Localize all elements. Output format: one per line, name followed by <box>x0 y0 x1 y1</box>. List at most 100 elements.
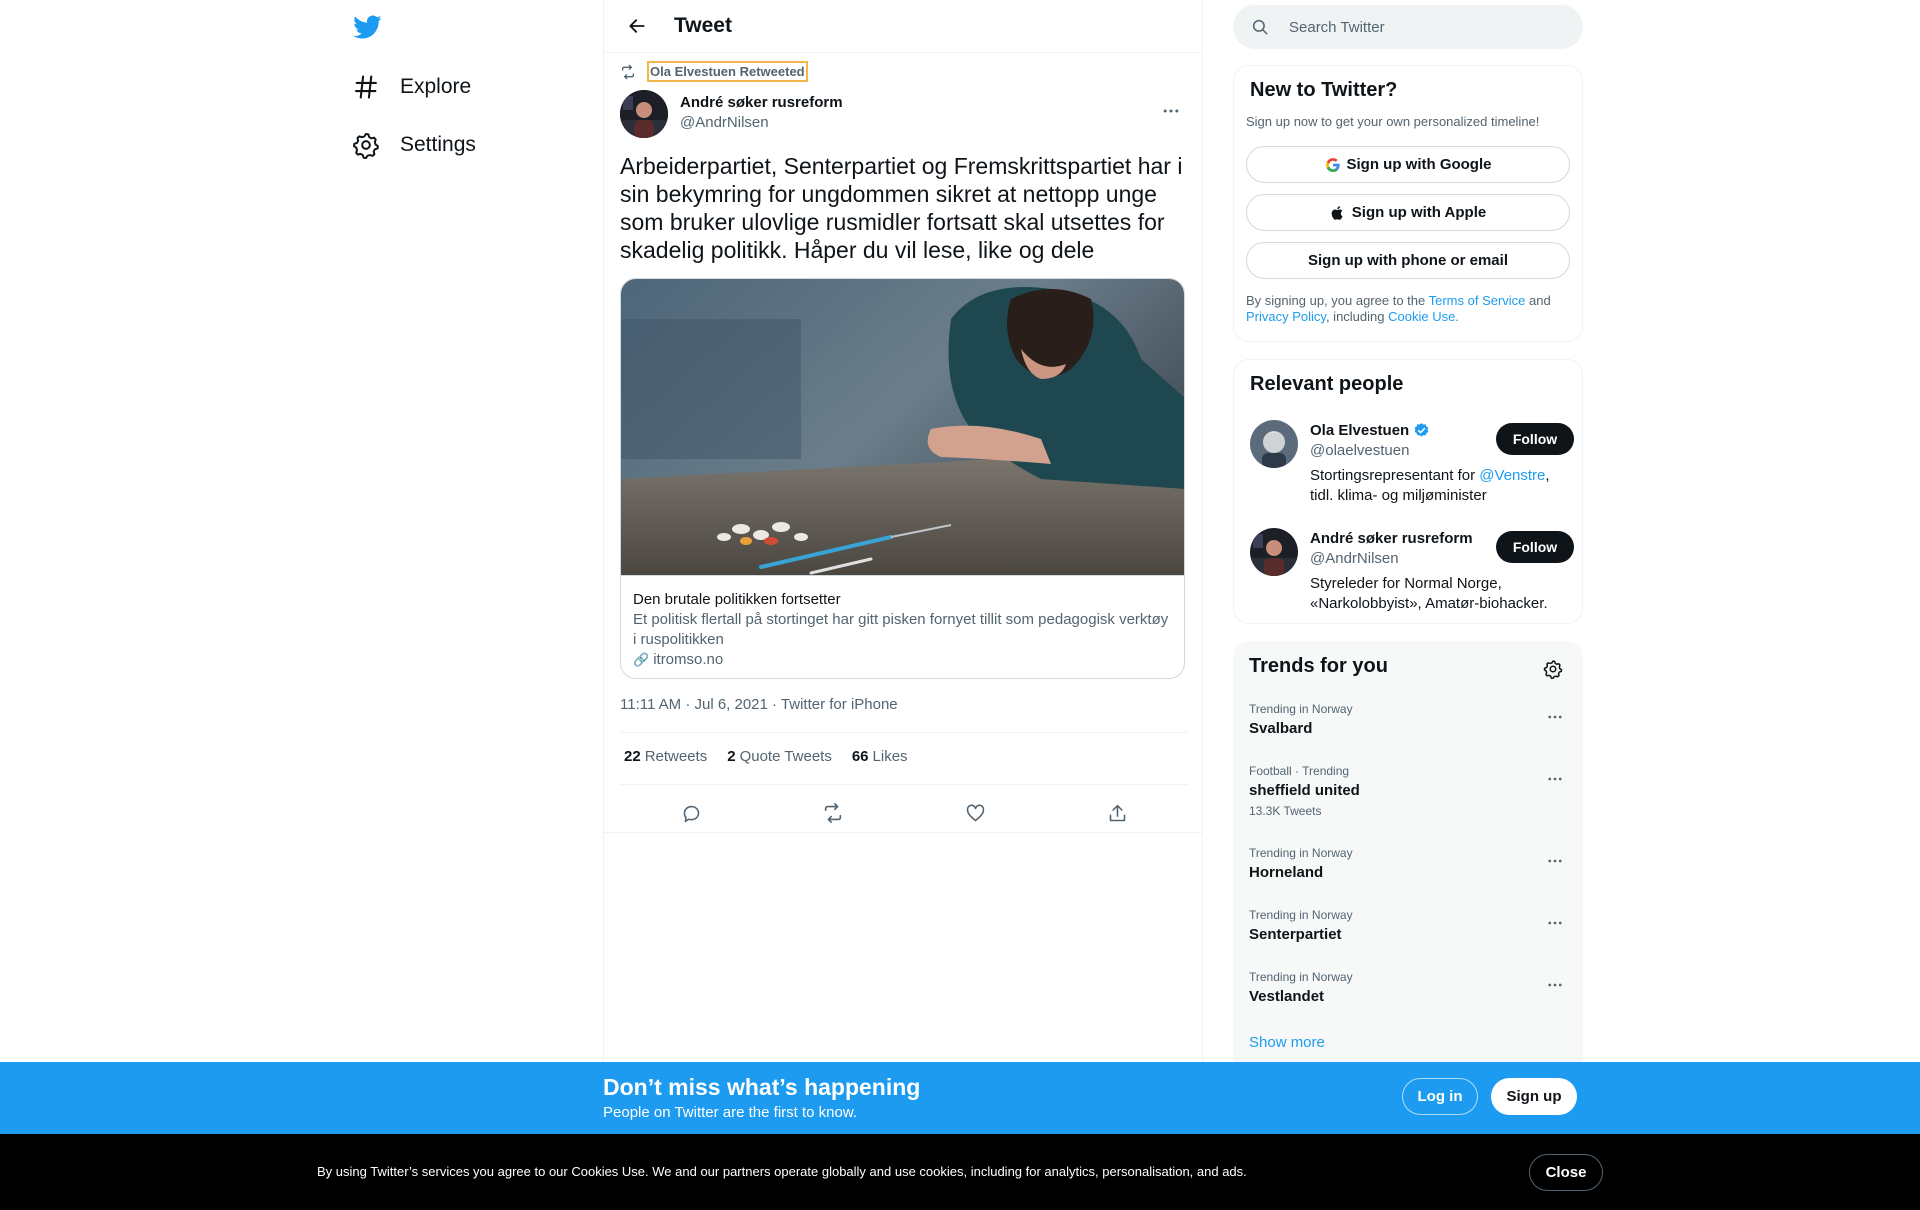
trend-item[interactable]: Trending in Norway Horneland <box>1249 845 1569 883</box>
trends-title: Trends for you <box>1249 655 1388 677</box>
share-icon <box>1109 804 1125 821</box>
retweet-button[interactable] <box>815 795 851 831</box>
signup-banner: Don’t miss what’s happening People on Tw… <box>0 1062 1920 1134</box>
search-input[interactable] <box>1289 18 1559 36</box>
signup-google-button[interactable]: Sign up with Google <box>1246 146 1570 183</box>
trends-settings-button[interactable] <box>1539 655 1567 683</box>
author-avatar[interactable] <box>620 90 668 138</box>
nav-explore-label: Explore <box>400 75 472 98</box>
signup-apple-button[interactable]: Sign up with Apple <box>1246 194 1570 231</box>
link-card[interactable]: Den brutale politikken fortsetter Et pol… <box>620 278 1185 679</box>
trend-more-button[interactable] <box>1541 847 1569 875</box>
share-button[interactable] <box>1099 795 1135 831</box>
apple-icon <box>1330 204 1346 222</box>
person-avatar[interactable] <box>1250 528 1298 576</box>
signup-phone-email-label: Sign up with phone or email <box>1307 252 1508 269</box>
card-body: Den brutale politikken fortsetter Et pol… <box>621 575 1184 670</box>
trend-name: Vestlandet <box>1249 988 1325 1005</box>
trend-context: Trending in Norway <box>1249 970 1353 984</box>
back-button[interactable] <box>620 9 654 43</box>
trend-more-button[interactable] <box>1541 765 1569 793</box>
tweet-more-button[interactable] <box>1154 94 1188 128</box>
trend-item[interactable]: Football · Trending sheffield united 13.… <box>1249 763 1569 819</box>
tweet-stats: 22 Retweets 2 Quote Tweets 66 Likes <box>624 748 928 765</box>
banner-subtitle: People on Twitter are the first to know. <box>603 1104 858 1121</box>
quote-tweets-stat[interactable]: 2 Quote Tweets <box>727 748 832 765</box>
banner-title: Don’t miss what’s happening <box>603 1074 921 1100</box>
heart-icon <box>966 804 984 821</box>
bio-mention-link[interactable]: @Venstre <box>1479 467 1545 484</box>
person-avatar[interactable] <box>1250 420 1298 468</box>
link-icon: 🔗 <box>633 652 650 667</box>
search-box[interactable] <box>1233 5 1583 49</box>
likes-stat[interactable]: 66 Likes <box>852 748 908 765</box>
person-handle[interactable]: @olaelvestuen <box>1310 442 1409 459</box>
person-item[interactable]: Ola Elvestuen @olaelvestuen Stortingsrep… <box>1250 420 1574 510</box>
card-description: Et politisk flertall på stortinget har g… <box>633 611 1169 648</box>
like-button[interactable] <box>957 795 993 831</box>
privacy-policy-link[interactable]: Privacy Policy <box>1246 309 1326 324</box>
signup-button[interactable]: Sign up <box>1491 1078 1577 1115</box>
divider <box>620 784 1188 785</box>
person-name[interactable]: André søker rusreform <box>1310 530 1473 547</box>
signup-panel-subtitle: Sign up now to get your own personalized… <box>1246 114 1540 129</box>
reply-button[interactable] <box>673 795 709 831</box>
trends-panel: Trends for you Trending in Norway Svalba… <box>1233 641 1583 1073</box>
gear-icon <box>352 131 380 159</box>
retweets-stat[interactable]: 22 Retweets <box>624 748 707 765</box>
nav-explore[interactable]: Explore <box>346 63 477 111</box>
twitter-bird-icon[interactable] <box>352 12 382 42</box>
person-name-text: Ola Elvestuen <box>1310 422 1410 439</box>
likes-label: Likes <box>872 748 908 765</box>
more-horizontal-icon <box>1548 777 1562 781</box>
cookie-close-button[interactable]: Close <box>1529 1154 1603 1191</box>
card-domain-text: itromso.no <box>653 651 724 668</box>
cookie-use-link[interactable]: Cookie Use. <box>1388 309 1459 324</box>
gear-icon <box>1543 660 1563 679</box>
quote-tweets-count: 2 <box>727 748 736 765</box>
person-bio-text-1: Stortingsrepresentant for <box>1310 467 1480 484</box>
trend-item[interactable]: Trending in Norway Vestlandet <box>1249 969 1569 1007</box>
person-bio: Styreleder for Normal Norge, «Narkolobby… <box>1310 575 1548 612</box>
trend-more-button[interactable] <box>1541 703 1569 731</box>
retweet-small-icon <box>622 64 634 79</box>
show-more-link[interactable]: Show more <box>1249 1034 1325 1051</box>
follow-button[interactable]: Follow <box>1496 423 1574 455</box>
trend-tweet-count: 13.3K Tweets <box>1249 804 1322 818</box>
person-item[interactable]: André søker rusreform @AndrNilsen Styrel… <box>1250 528 1574 618</box>
trend-name: Senterpartiet <box>1249 926 1342 943</box>
author-name[interactable]: André søker rusreform <box>680 94 843 111</box>
trend-more-button[interactable] <box>1541 971 1569 999</box>
nav-settings[interactable]: Settings <box>346 121 482 169</box>
cookie-banner: By using Twitter’s services you agree to… <box>0 1134 1920 1210</box>
person-handle[interactable]: @AndrNilsen <box>1310 550 1399 567</box>
divider <box>620 732 1188 733</box>
trend-item[interactable]: Trending in Norway Senterpartiet <box>1249 907 1569 945</box>
retweet-context: Ola Elvestuen Retweeted <box>620 61 808 82</box>
divider <box>604 832 1202 833</box>
page-header: Tweet <box>604 0 1202 53</box>
tweet-timestamp[interactable]: 11:11 AM · Jul 6, 2021 · Twitter for iPh… <box>620 696 898 713</box>
login-button[interactable]: Log in <box>1402 1078 1478 1115</box>
verified-badge-icon <box>1414 423 1429 437</box>
retweeted-by-link[interactable]: Ola Elvestuen Retweeted <box>647 61 808 82</box>
trend-item[interactable]: Trending in Norway Svalbard <box>1249 701 1569 739</box>
hashtag-icon <box>352 73 380 101</box>
quote-tweets-label: Quote Tweets <box>739 748 832 765</box>
likes-count: 66 <box>851 748 869 765</box>
trend-more-button[interactable] <box>1541 909 1569 937</box>
trend-name: sheffield united <box>1249 782 1360 799</box>
card-image <box>621 279 1184 575</box>
signup-legal-text: By signing up, you agree to the Terms of… <box>1246 293 1576 325</box>
search-icon <box>1252 19 1268 35</box>
tweet-actions <box>620 792 1188 834</box>
author-handle[interactable]: @AndrNilsen <box>680 114 769 131</box>
signup-panel-title: New to Twitter? <box>1250 79 1398 101</box>
person-name[interactable]: Ola Elvestuen <box>1310 422 1430 439</box>
signup-phone-email-button[interactable]: Sign up with phone or email <box>1246 242 1570 279</box>
more-horizontal-icon <box>1548 921 1562 925</box>
terms-of-service-link[interactable]: Terms of Service <box>1429 293 1526 308</box>
tweet-text: Arbeiderpartiet, Senterpartiet og Fremsk… <box>620 153 1183 263</box>
follow-button[interactable]: Follow <box>1496 531 1574 563</box>
trend-context: Trending in Norway <box>1249 908 1353 922</box>
